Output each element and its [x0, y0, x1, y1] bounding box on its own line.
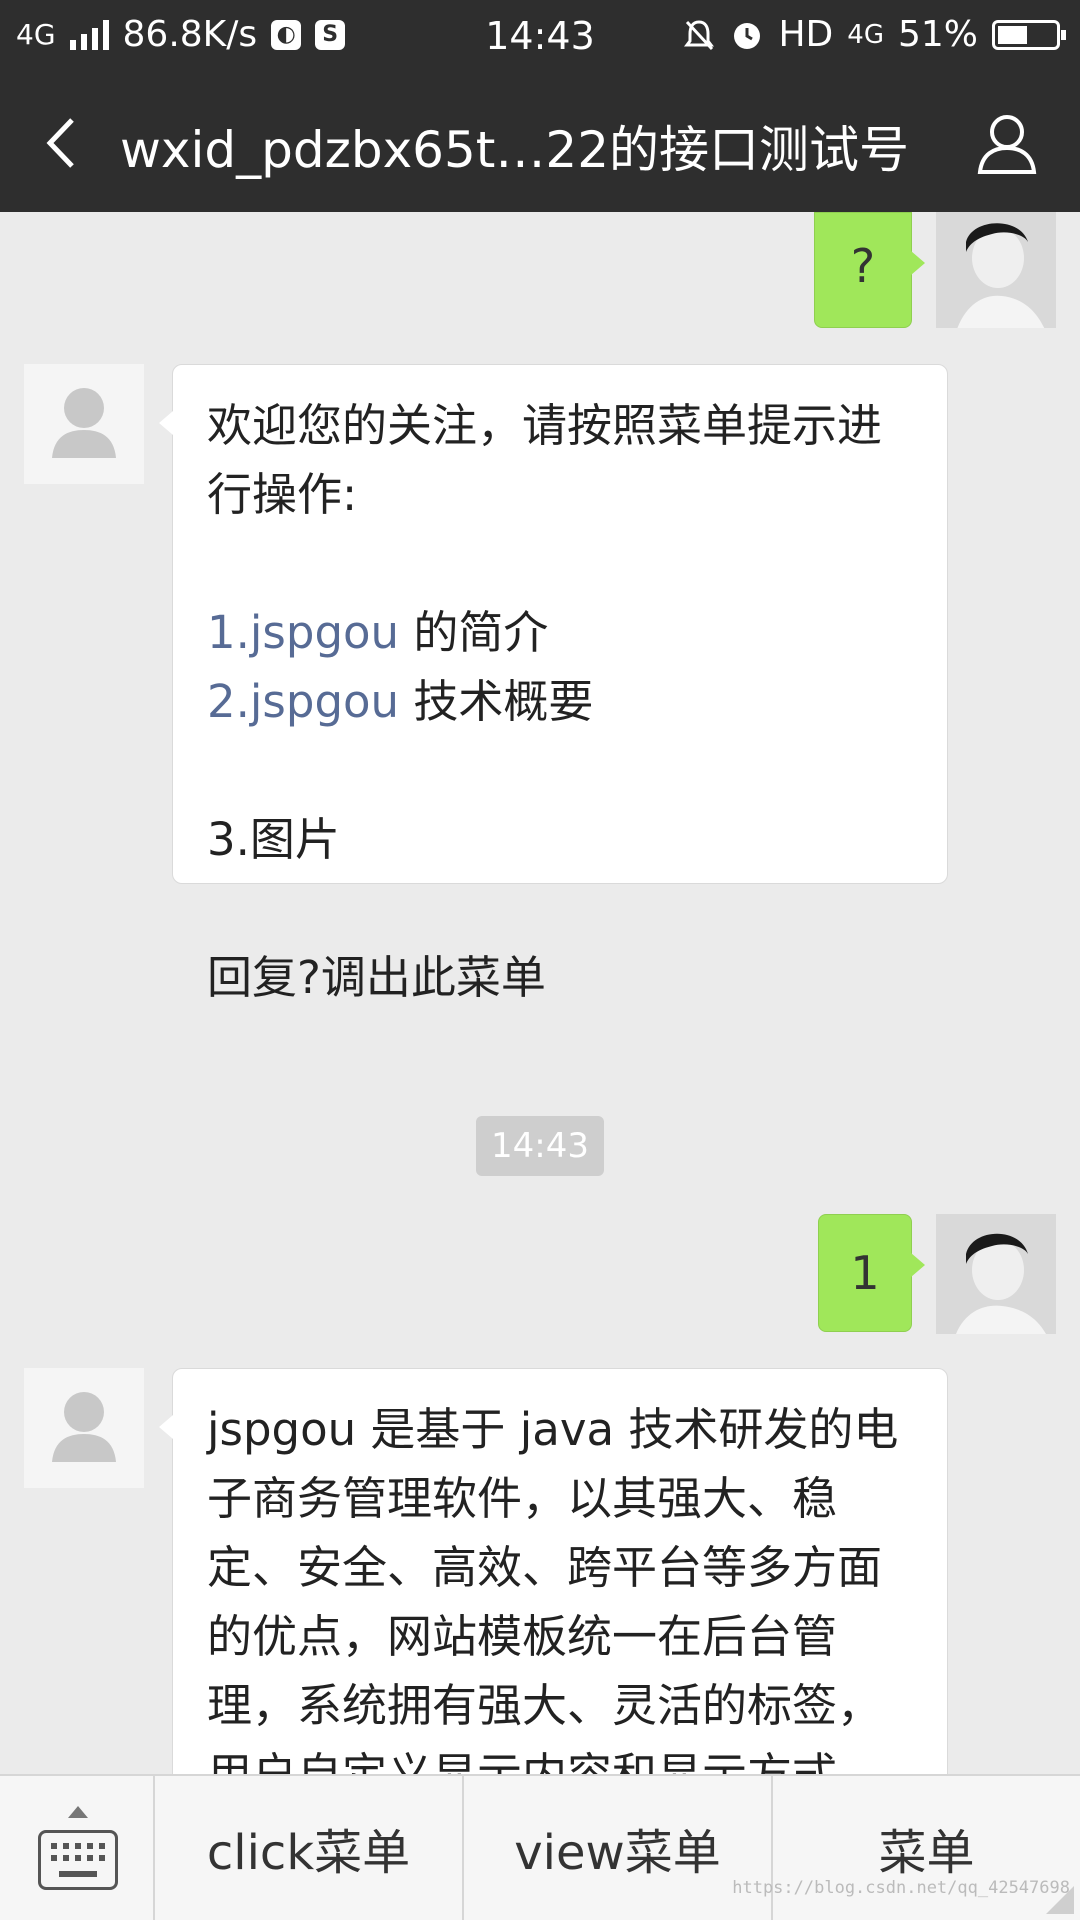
chat-header: wxid_pdzbx65t…22的接口测试号: [0, 74, 1080, 212]
jspgou-link-2[interactable]: 2.jspgou: [207, 675, 399, 728]
official-message-bubble[interactable]: 欢迎您的关注，请按照菜单提示进 行操作: 1.jspgou 的简介 2.jspg…: [159, 364, 948, 1004]
message-line: [207, 874, 917, 943]
jspgou-link-1[interactable]: 1.jspgou: [207, 606, 399, 659]
default-avatar-icon: [52, 388, 116, 458]
net-4g-icon: 4G: [847, 19, 884, 50]
menu-option-text: 技术概要: [399, 675, 594, 728]
menu-hint: 回复?调出此菜单: [207, 951, 546, 1004]
back-icon[interactable]: [28, 108, 98, 178]
my-avatar[interactable]: [936, 1214, 1056, 1334]
menu-option-1: 1.jspgou 的简介: [207, 598, 917, 667]
default-avatar-icon: [52, 1392, 116, 1462]
menu-button-menu[interactable]: 菜单 https://blog.csdn.net/qq_42547698: [732, 1776, 1080, 1920]
official-account-menu: click菜单 view菜单 菜单 https://blog.csdn.net/…: [0, 1774, 1080, 1920]
status-bar: 4G 86.8K/s ◐ S 14:43 HD 4G 51%: [0, 0, 1080, 74]
menu-option-2: 2.jspgou 技术概要: [207, 667, 917, 736]
user-photo-avatar: [936, 212, 1056, 328]
message-text: ?: [850, 239, 876, 293]
battery-icon: [992, 19, 1066, 50]
user-photo-avatar: [936, 1214, 1056, 1334]
menu-button-view[interactable]: view菜单: [464, 1776, 773, 1920]
message-line: 欢迎您的关注，请按照菜单提示进: [207, 399, 883, 452]
message-line: [207, 736, 917, 805]
official-message-bubble[interactable]: jspgou 是基于 java 技术研发的电子商务管理软件，以其强大、稳定、安全…: [159, 1368, 948, 1774]
keyboard-icon: [38, 1830, 118, 1890]
message-text: 1: [850, 1246, 880, 1300]
my-message-bubble[interactable]: 1: [818, 1214, 925, 1332]
menu-button-label: 菜单: [878, 1825, 975, 1881]
caret-up-icon: [68, 1806, 88, 1818]
menu-option-text: 的简介: [399, 606, 549, 659]
message-timestamp: 14:43: [476, 1116, 604, 1176]
official-account-avatar[interactable]: [24, 1368, 144, 1488]
my-message-bubble[interactable]: ?: [814, 212, 925, 328]
menu-button-click[interactable]: click菜单: [155, 1776, 464, 1920]
official-account-avatar[interactable]: [24, 364, 144, 484]
menu-option-3: 3.图片: [207, 813, 340, 866]
chat-title: wxid_pdzbx65t…22的接口测试号: [120, 121, 910, 179]
hd-badge: HD: [778, 14, 834, 55]
battery-percent: 51%: [897, 14, 978, 55]
watermark: https://blog.csdn.net/qq_42547698: [732, 1878, 1070, 1898]
message-line: 行操作:: [207, 468, 358, 521]
message-line: [207, 529, 917, 598]
profile-icon[interactable]: [974, 110, 1040, 176]
chat-history[interactable]: ? 欢迎您的关注，请按照菜单提示进 行操作: 1.jspgou 的简介 2.js…: [0, 212, 1080, 1774]
keyboard-toggle-button[interactable]: [0, 1776, 155, 1920]
message-text: jspgou 是基于 java 技术研发的电子商务管理软件，以其强大、稳定、安全…: [207, 1403, 899, 1774]
alarm-icon: [734, 22, 761, 49]
my-avatar[interactable]: [936, 212, 1056, 328]
mute-bell-icon: [684, 19, 715, 50]
